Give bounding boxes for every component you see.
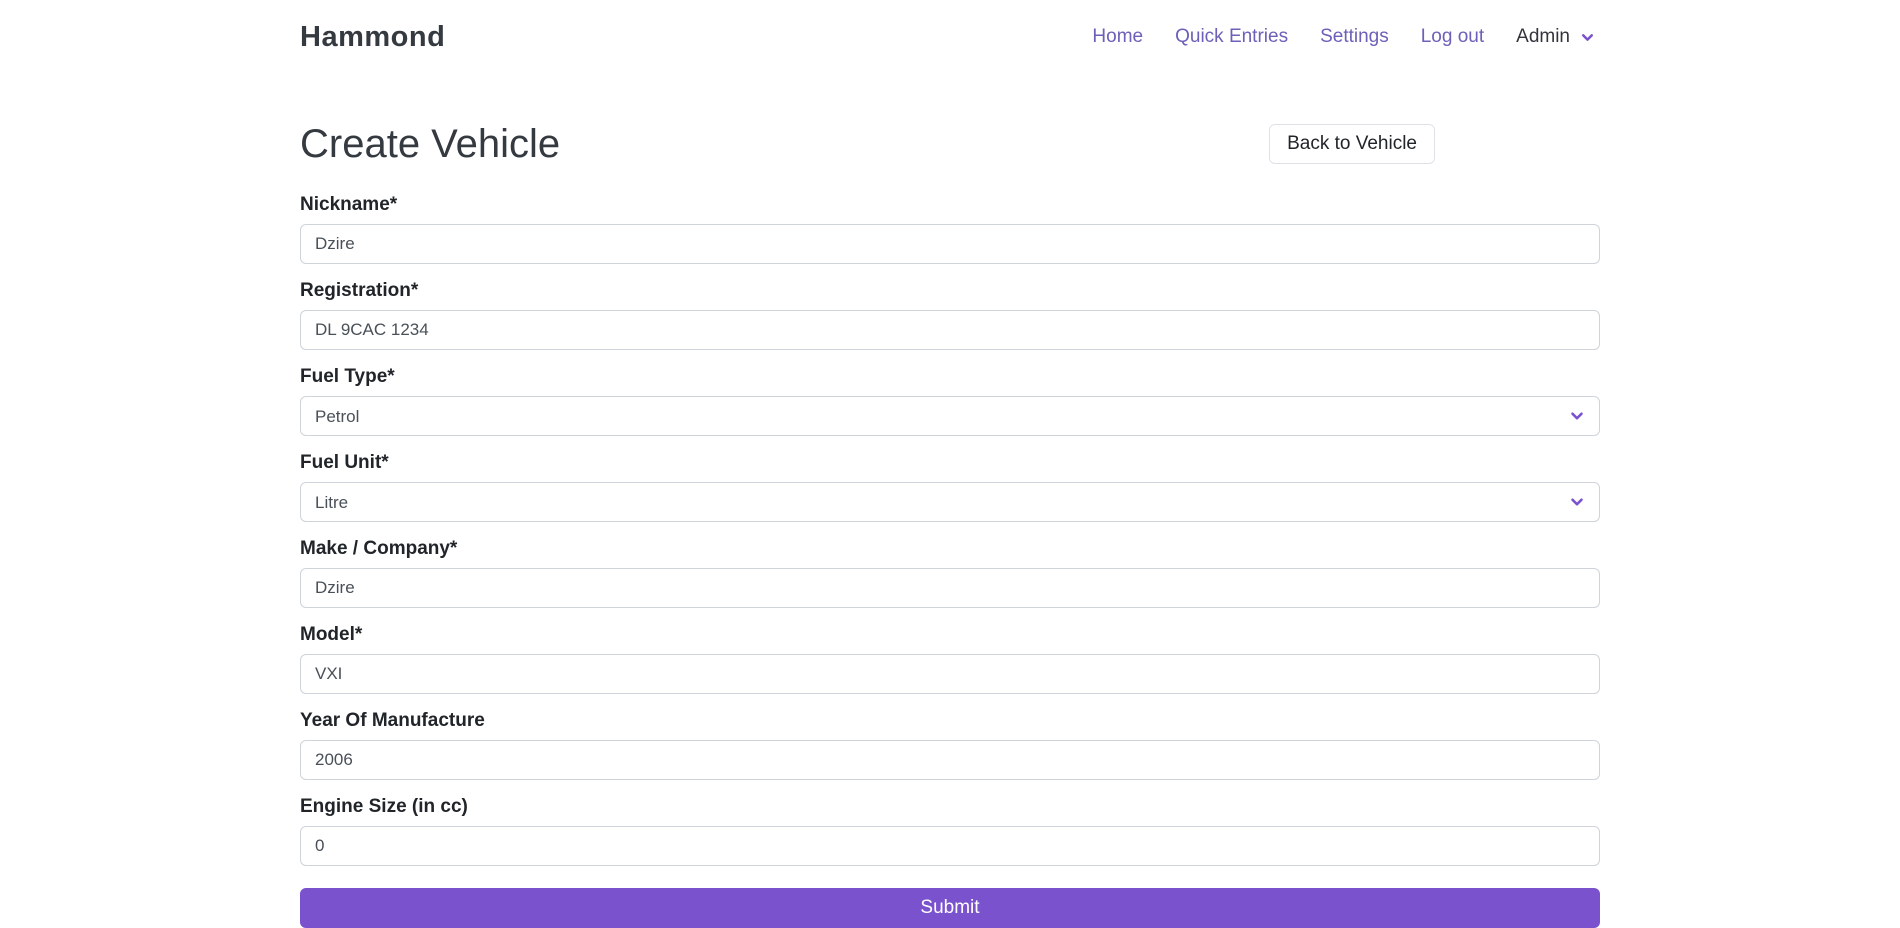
nickname-field-group: Nickname* <box>300 194 1600 264</box>
chevron-down-icon <box>1579 29 1596 46</box>
model-label: Model* <box>300 624 1600 646</box>
model-input[interactable] <box>300 654 1600 694</box>
nav-links: Home Quick Entries Settings Log out Admi… <box>1076 18 1600 56</box>
make-company-label: Make / Company* <box>300 538 1600 560</box>
engine-size-input[interactable] <box>300 826 1600 866</box>
model-field-group: Model* <box>300 624 1600 694</box>
nav-dropdown-admin[interactable]: Admin <box>1500 18 1600 56</box>
fuel-type-select[interactable]: Petrol <box>300 396 1600 436</box>
nav-item-home[interactable]: Home <box>1076 18 1159 56</box>
navbar: Hammond Home Quick Entries Settings Log … <box>0 0 1900 74</box>
nav-item-quick-entries[interactable]: Quick Entries <box>1159 18 1304 56</box>
make-company-input[interactable] <box>300 568 1600 608</box>
brand-logo[interactable]: Hammond <box>300 21 445 54</box>
nav-dropdown-admin-label: Admin <box>1516 26 1570 48</box>
submit-button[interactable]: Submit <box>300 888 1600 928</box>
nav-item-log-out[interactable]: Log out <box>1405 18 1500 56</box>
fuel-unit-field-group: Fuel Unit* Litre <box>300 452 1600 522</box>
page-title: Create Vehicle <box>300 120 560 168</box>
make-company-field-group: Make / Company* <box>300 538 1600 608</box>
engine-size-label: Engine Size (in cc) <box>300 796 1600 818</box>
registration-field-group: Registration* <box>300 280 1600 350</box>
fuel-unit-label: Fuel Unit* <box>300 452 1600 474</box>
registration-label: Registration* <box>300 280 1600 302</box>
main-content: Create Vehicle Back to Vehicle Nickname*… <box>300 74 1600 928</box>
nickname-label: Nickname* <box>300 194 1600 216</box>
year-of-manufacture-field-group: Year Of Manufacture <box>300 710 1600 780</box>
registration-input[interactable] <box>300 310 1600 350</box>
fuel-unit-select[interactable]: Litre <box>300 482 1600 522</box>
nickname-input[interactable] <box>300 224 1600 264</box>
nav-item-settings[interactable]: Settings <box>1304 18 1405 56</box>
engine-size-field-group: Engine Size (in cc) <box>300 796 1600 866</box>
fuel-type-field-group: Fuel Type* Petrol <box>300 366 1600 436</box>
year-of-manufacture-label: Year Of Manufacture <box>300 710 1600 732</box>
year-of-manufacture-input[interactable] <box>300 740 1600 780</box>
create-vehicle-form: Nickname* Registration* Fuel Type* Petro… <box>300 194 1600 928</box>
back-to-vehicle-button[interactable]: Back to Vehicle <box>1269 124 1435 164</box>
fuel-type-label: Fuel Type* <box>300 366 1600 388</box>
page-header: Create Vehicle Back to Vehicle <box>300 120 1600 168</box>
